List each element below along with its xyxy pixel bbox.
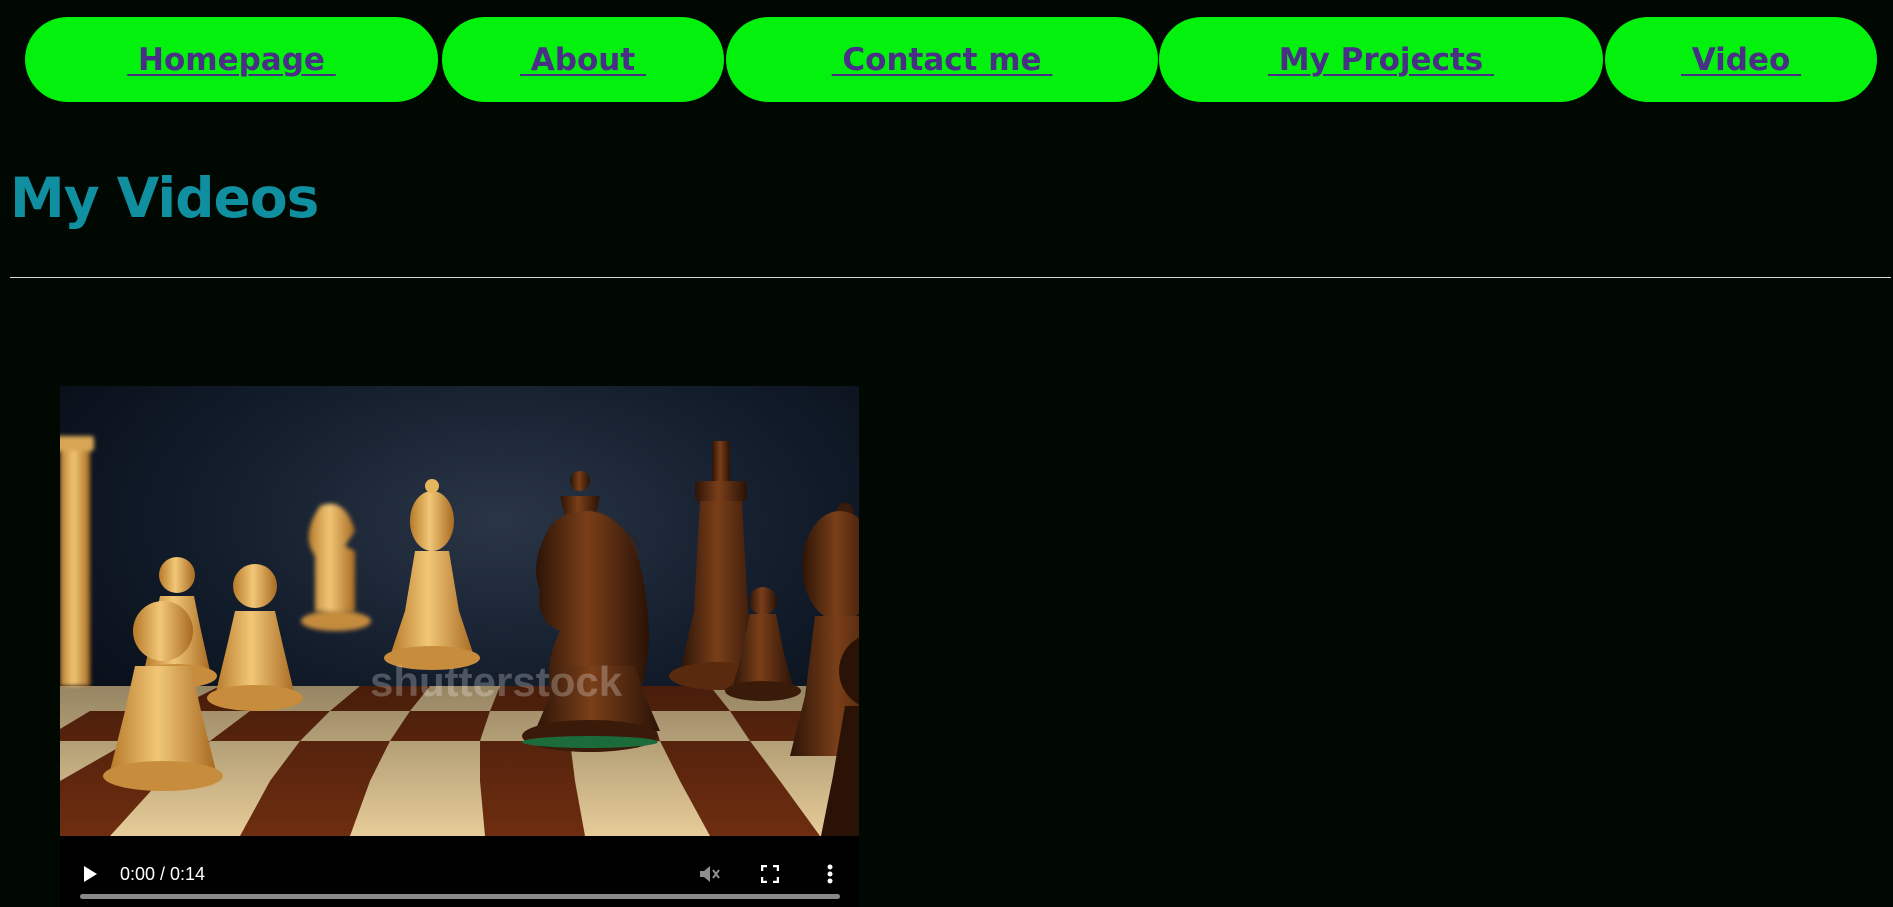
nav-video-link[interactable]: Video <box>1605 17 1877 102</box>
video-time-display: 0:00 / 0:14 <box>120 864 206 884</box>
nav-projects-link[interactable]: My Projects <box>1159 17 1603 102</box>
nav-contact-link[interactable]: Contact me <box>726 17 1158 102</box>
nav-homepage-link[interactable]: Homepage <box>25 17 438 102</box>
video-watermark: shutterstock <box>370 658 623 705</box>
divider <box>10 277 1891 278</box>
fullscreen-icon[interactable] <box>757 861 783 887</box>
video-player[interactable]: shutterstock 0:00 / 0:14 <box>60 386 859 907</box>
play-icon[interactable] <box>77 861 103 887</box>
video-controls: 0:00 / 0:14 <box>60 836 859 907</box>
page-title: My Videos <box>10 166 319 230</box>
nav-about-link[interactable]: About <box>442 17 724 102</box>
volume-muted-icon[interactable] <box>697 861 723 887</box>
video-progress-bar[interactable] <box>80 894 840 899</box>
more-options-icon[interactable] <box>817 861 843 887</box>
video-frame-chess-scene[interactable]: shutterstock <box>60 386 859 836</box>
